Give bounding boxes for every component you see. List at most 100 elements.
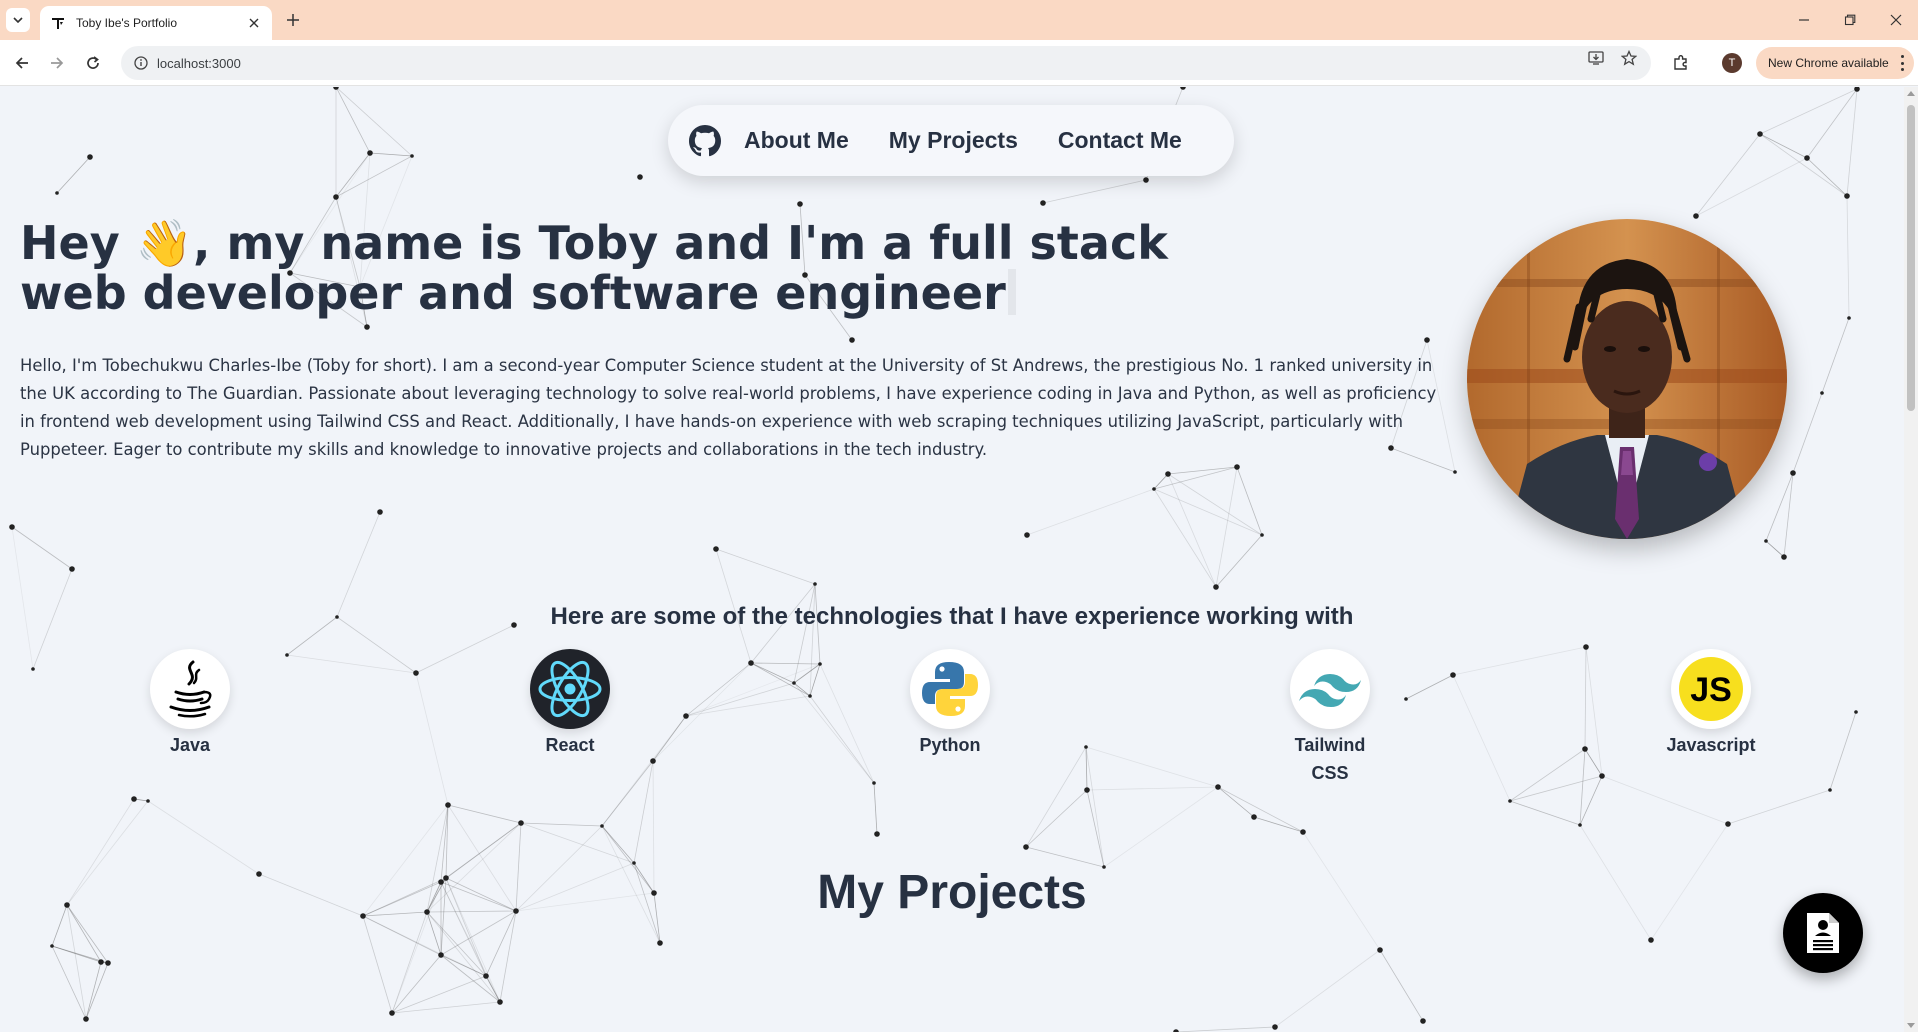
svg-text:JS: JS <box>1690 671 1732 709</box>
network-link <box>1275 950 1380 1027</box>
profile-avatar[interactable]: T <box>1722 53 1742 73</box>
network-link <box>794 584 815 683</box>
network-link <box>336 87 412 156</box>
close-icon <box>1890 14 1902 26</box>
close-window-button[interactable] <box>1884 8 1908 32</box>
tab-search-button[interactable] <box>6 8 30 32</box>
site-info-icon[interactable] <box>133 55 149 71</box>
tech-item-react: React <box>500 649 640 759</box>
forward-button[interactable] <box>45 51 69 75</box>
network-node <box>1583 644 1589 650</box>
network-node <box>600 824 604 828</box>
network-link <box>1154 467 1237 489</box>
network-node <box>87 154 93 160</box>
network-node <box>797 201 803 207</box>
scroll-up-arrow-icon[interactable] <box>1907 91 1915 96</box>
browser-toolbar: localhost:3000 T New Chrome available <box>0 40 1918 86</box>
network-link <box>1510 801 1580 825</box>
network-link <box>1086 747 1104 867</box>
bookmark-star-icon[interactable] <box>1620 49 1638 67</box>
new-chrome-available-button[interactable]: New Chrome available <box>1756 47 1914 79</box>
network-node <box>389 1010 395 1016</box>
network-node <box>1023 844 1029 850</box>
network-link <box>336 153 370 197</box>
more-options-icon[interactable] <box>1898 55 1906 71</box>
network-link <box>1087 787 1218 790</box>
network-link <box>336 156 412 197</box>
network-link <box>1510 749 1585 801</box>
reload-button[interactable] <box>81 51 105 75</box>
reload-icon <box>85 55 101 71</box>
network-node <box>55 191 59 195</box>
network-link <box>52 946 86 1019</box>
arrow-left-icon <box>14 55 30 71</box>
network-link <box>1760 134 1807 158</box>
network-node <box>497 999 503 1005</box>
tab-title: Toby Ibe's Portfolio <box>76 16 246 30</box>
network-node <box>1215 784 1221 790</box>
network-node <box>367 150 373 156</box>
network-link <box>1087 790 1104 867</box>
address-bar[interactable]: localhost:3000 <box>121 46 1651 80</box>
network-node <box>1450 672 1456 678</box>
network-node <box>1272 1024 1278 1030</box>
python-icon <box>910 649 990 729</box>
new-tab-button[interactable] <box>282 9 304 31</box>
extensions-button[interactable] <box>1670 52 1692 74</box>
close-tab-icon[interactable] <box>246 15 262 31</box>
nav-link-about[interactable]: About Me <box>744 127 849 154</box>
network-link <box>686 683 794 716</box>
network-node <box>1508 799 1512 803</box>
network-link <box>1453 675 1510 801</box>
back-button[interactable] <box>10 51 34 75</box>
github-icon[interactable] <box>688 124 722 158</box>
network-link <box>1784 473 1793 557</box>
network-link <box>1807 158 1847 196</box>
network-node <box>1251 814 1257 820</box>
network-link <box>1510 776 1602 801</box>
tech-label-python: Python <box>880 731 1020 759</box>
hero-bio: Hello, I'm Tobechukwu Charles-Ibe (Toby … <box>20 352 1440 464</box>
page-scrollbar[interactable] <box>1904 87 1918 1032</box>
minimize-button[interactable] <box>1792 8 1816 32</box>
tech-item-tailwind: Tailwind CSS <box>1260 649 1400 787</box>
network-node <box>1648 937 1654 943</box>
page-viewport: About Me My Projects Contact Me Hey 👋, m… <box>0 87 1918 1032</box>
network-link <box>1580 776 1602 825</box>
install-app-icon[interactable] <box>1587 49 1605 67</box>
network-link <box>1696 158 1807 216</box>
network-node <box>413 670 419 676</box>
tech-label-tailwind: Tailwind CSS <box>1285 731 1375 787</box>
chevron-down-icon <box>13 17 23 23</box>
network-link <box>1216 467 1237 587</box>
restore-button[interactable] <box>1838 8 1862 32</box>
network-link <box>1696 134 1760 216</box>
browser-tab[interactable]: Toby Ibe's Portfolio <box>40 6 272 40</box>
network-node <box>849 337 855 343</box>
network-link <box>1585 647 1586 749</box>
nav-link-contact[interactable]: Contact Me <box>1058 127 1182 154</box>
hero-title: Hey 👋, my name is Toby and I'm a full st… <box>20 218 1220 318</box>
network-link <box>716 549 815 584</box>
network-link <box>1766 473 1793 541</box>
network-link <box>363 916 392 1013</box>
resume-button[interactable] <box>1783 893 1863 973</box>
network-node <box>813 582 817 586</box>
network-link <box>1237 467 1262 535</box>
network-node <box>818 662 822 666</box>
tech-label-react: React <box>500 731 640 759</box>
scrollbar-thumb[interactable] <box>1907 105 1915 411</box>
network-node <box>1300 829 1306 835</box>
scroll-down-arrow-icon[interactable] <box>1907 1023 1915 1028</box>
network-node <box>333 194 339 200</box>
network-node <box>713 546 719 552</box>
nav-link-projects[interactable]: My Projects <box>889 127 1018 154</box>
network-link <box>686 663 751 716</box>
network-link <box>1026 847 1104 867</box>
network-node <box>1213 584 1219 590</box>
network-link <box>67 905 86 1019</box>
network-node <box>1820 391 1824 395</box>
network-node <box>1084 787 1090 793</box>
network-link <box>392 976 486 1013</box>
network-link <box>1847 196 1849 318</box>
